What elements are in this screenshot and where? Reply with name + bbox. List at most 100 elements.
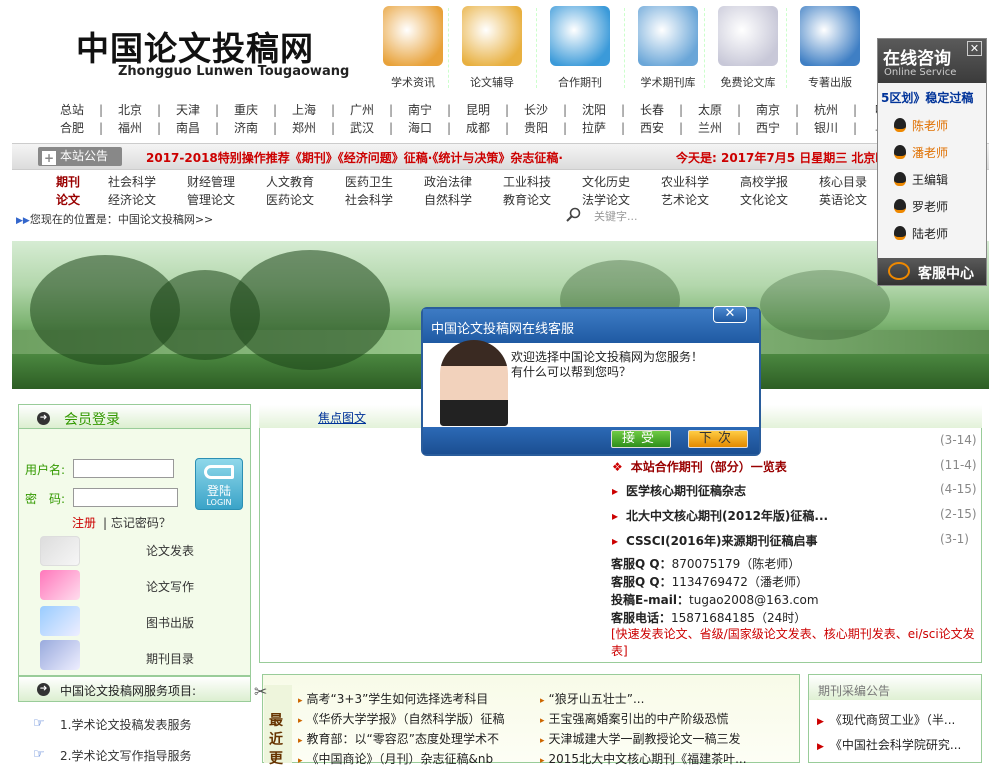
- journal-notice-item[interactable]: ▶ 《现代商贸工业》（半...: [817, 711, 955, 728]
- side-link-writing[interactable]: 论文写作: [146, 578, 194, 595]
- login-button[interactable]: 登陆 LOGIN: [195, 458, 243, 510]
- city-link[interactable]: 南宁: [406, 101, 434, 118]
- category-heading[interactable]: 论文: [56, 191, 108, 208]
- category-link[interactable]: 艺术论文: [661, 191, 740, 208]
- city-link[interactable]: 贵阳: [522, 119, 550, 136]
- city-link[interactable]: 银川: [812, 119, 840, 136]
- city-link[interactable]: 广州: [348, 101, 376, 118]
- city-link[interactable]: 长春: [638, 101, 666, 118]
- forgot-password-link[interactable]: | 忘记密码？: [103, 514, 171, 531]
- category-link[interactable]: 高校学报: [740, 173, 819, 190]
- services-link[interactable]: [快速发表论文、省级/国家级论文发表、核心期刊发表、ei/sci论文发表]: [611, 626, 976, 660]
- category-link[interactable]: 医药卫生: [345, 173, 424, 190]
- journal-list-item[interactable]: ▸ CSSCI(2016年)来源期刊征稿启事: [612, 532, 817, 549]
- city-link[interactable]: 拉萨: [580, 119, 608, 136]
- qq-agent-link[interactable]: 罗老师: [894, 198, 948, 215]
- city-link[interactable]: 上海: [290, 101, 318, 118]
- tab-focus-news[interactable]: 焦点图文: [318, 409, 366, 426]
- category-link[interactable]: 教育论文: [503, 191, 582, 208]
- books-icon: [550, 6, 610, 66]
- qq-agent-link[interactable]: 陆老师: [894, 225, 948, 242]
- journal-list-item[interactable]: ❖ 本站合作期刊（部分）一览表: [612, 458, 787, 475]
- nav-item[interactable]: 论文辅导: [452, 6, 532, 92]
- category-row-papers: 论文 经济论文 管理论文 医药论文 社会科学 自然科学 教育论文 法学论文 艺术论文 文化论文 英语…: [56, 191, 898, 208]
- category-link[interactable]: 自然科学: [424, 191, 503, 208]
- category-link[interactable]: 政治法律: [424, 173, 503, 190]
- category-link[interactable]: 工业科技: [503, 173, 582, 190]
- category-link[interactable]: 经济论文: [108, 191, 187, 208]
- nav-item[interactable]: 学术期刊库: [628, 6, 708, 92]
- close-icon[interactable]: ✕: [967, 41, 982, 56]
- category-heading[interactable]: 期刊: [56, 173, 108, 190]
- news-item[interactable]: 高考“3+3”学生如何选择选考科目: [298, 690, 489, 707]
- service-item[interactable]: 1.学术论文投稿发表服务: [60, 716, 191, 733]
- city-link[interactable]: 济南: [232, 119, 260, 136]
- city-link[interactable]: 杭州: [812, 101, 840, 118]
- news-item[interactable]: 教育部：以“零容忍”态度处理学术不: [298, 730, 499, 747]
- city-link[interactable]: 南京: [754, 101, 782, 118]
- city-link[interactable]: 福州: [116, 119, 144, 136]
- search-icon[interactable]: [566, 207, 582, 223]
- qq-agent-link[interactable]: 陈老师: [894, 117, 948, 134]
- city-link[interactable]: 重庆: [232, 101, 260, 118]
- arrow-right-icon: ➜: [37, 412, 50, 425]
- accept-button[interactable]: 接受: [611, 430, 671, 448]
- category-link[interactable]: 管理论文: [187, 191, 266, 208]
- nav-item[interactable]: 学术资讯: [373, 6, 453, 92]
- username-input[interactable]: [73, 459, 174, 478]
- contact-line: 客服Q Q：870075179（陈老师）: [611, 555, 800, 572]
- category-link[interactable]: 文化论文: [740, 191, 819, 208]
- side-link-catalog[interactable]: 期刊目录: [146, 650, 194, 667]
- side-link-publish[interactable]: 论文发表: [146, 542, 194, 559]
- category-link[interactable]: 社会科学: [345, 191, 424, 208]
- city-link[interactable]: 总站: [58, 101, 86, 118]
- city-link[interactable]: 太原: [696, 101, 724, 118]
- news-item[interactable]: “狼牙山五壮士”...: [540, 690, 645, 707]
- qq-agent-link[interactable]: 王编辑: [894, 171, 948, 188]
- notice-marquee[interactable]: 2017-2018特别操作推荐《期刊》《经济问题》征稿·《统计与决策》杂志征稿·: [146, 149, 563, 166]
- news-item[interactable]: 天津城建大学一副教授论文一稿三发: [540, 730, 741, 747]
- category-link[interactable]: 人文教育: [266, 173, 345, 190]
- journal-list-item[interactable]: ▸ 北大中文核心期刊(2012年版)征稿...: [612, 507, 828, 524]
- city-link[interactable]: 西宁: [754, 119, 782, 136]
- city-link[interactable]: 成都: [464, 119, 492, 136]
- bullet-arrow-icon: ▶: [817, 742, 824, 752]
- city-link[interactable]: 南昌: [174, 119, 202, 136]
- city-link[interactable]: 北京: [116, 101, 144, 118]
- nav-item[interactable]: 合作期刊: [540, 6, 620, 92]
- city-separator: |: [562, 103, 568, 117]
- city-link[interactable]: 天津: [174, 101, 202, 118]
- city-link[interactable]: 沈阳: [580, 101, 608, 118]
- news-item[interactable]: 《华侨大学学报》（自然科学版）征稿: [298, 710, 505, 727]
- journal-list-item[interactable]: ▸ 医学核心期刊征稿杂志: [612, 482, 746, 499]
- city-link[interactable]: 郑州: [290, 119, 318, 136]
- password-input[interactable]: [73, 488, 178, 507]
- nav-item[interactable]: 免费论文库: [708, 6, 788, 92]
- category-link[interactable]: 农业科学: [661, 173, 740, 190]
- category-link[interactable]: 医药论文: [266, 191, 345, 208]
- city-link[interactable]: 武汉: [348, 119, 376, 136]
- news-item[interactable]: 2015北大中文核心期刊《福建茶叶...: [540, 750, 747, 767]
- city-link[interactable]: 合肥: [58, 119, 86, 136]
- category-link[interactable]: 文化历史: [582, 173, 661, 190]
- qq-agent-link[interactable]: 潘老师: [894, 144, 948, 161]
- register-link[interactable]: 注册: [72, 514, 96, 531]
- close-icon[interactable]: ✕: [713, 306, 747, 323]
- city-link[interactable]: 长沙: [522, 101, 550, 118]
- category-link[interactable]: 社会科学: [108, 173, 187, 190]
- later-button[interactable]: 下次: [688, 430, 748, 448]
- category-link[interactable]: 法学论文: [582, 191, 661, 208]
- city-link[interactable]: 海口: [406, 119, 434, 136]
- site-logo-title[interactable]: 中国论文投稿网: [76, 22, 314, 70]
- news-item[interactable]: 王宝强离婚案引出的中产阶级恐慌: [540, 710, 729, 727]
- city-link[interactable]: 兰州: [696, 119, 724, 136]
- search-input[interactable]: 关键字...: [594, 208, 638, 224]
- service-item[interactable]: 2.学术论文写作指导服务: [60, 747, 191, 764]
- news-item[interactable]: 《中国商论》（月刊）杂志征稿&nb: [298, 750, 494, 767]
- journal-notice-item[interactable]: ▶ 《中国社会科学院研究...: [817, 736, 961, 753]
- side-link-books[interactable]: 图书出版: [146, 614, 194, 631]
- nav-item[interactable]: 专著出版: [790, 6, 870, 92]
- city-link[interactable]: 昆明: [464, 101, 492, 118]
- city-link[interactable]: 西安: [638, 119, 666, 136]
- category-link[interactable]: 财经管理: [187, 173, 266, 190]
